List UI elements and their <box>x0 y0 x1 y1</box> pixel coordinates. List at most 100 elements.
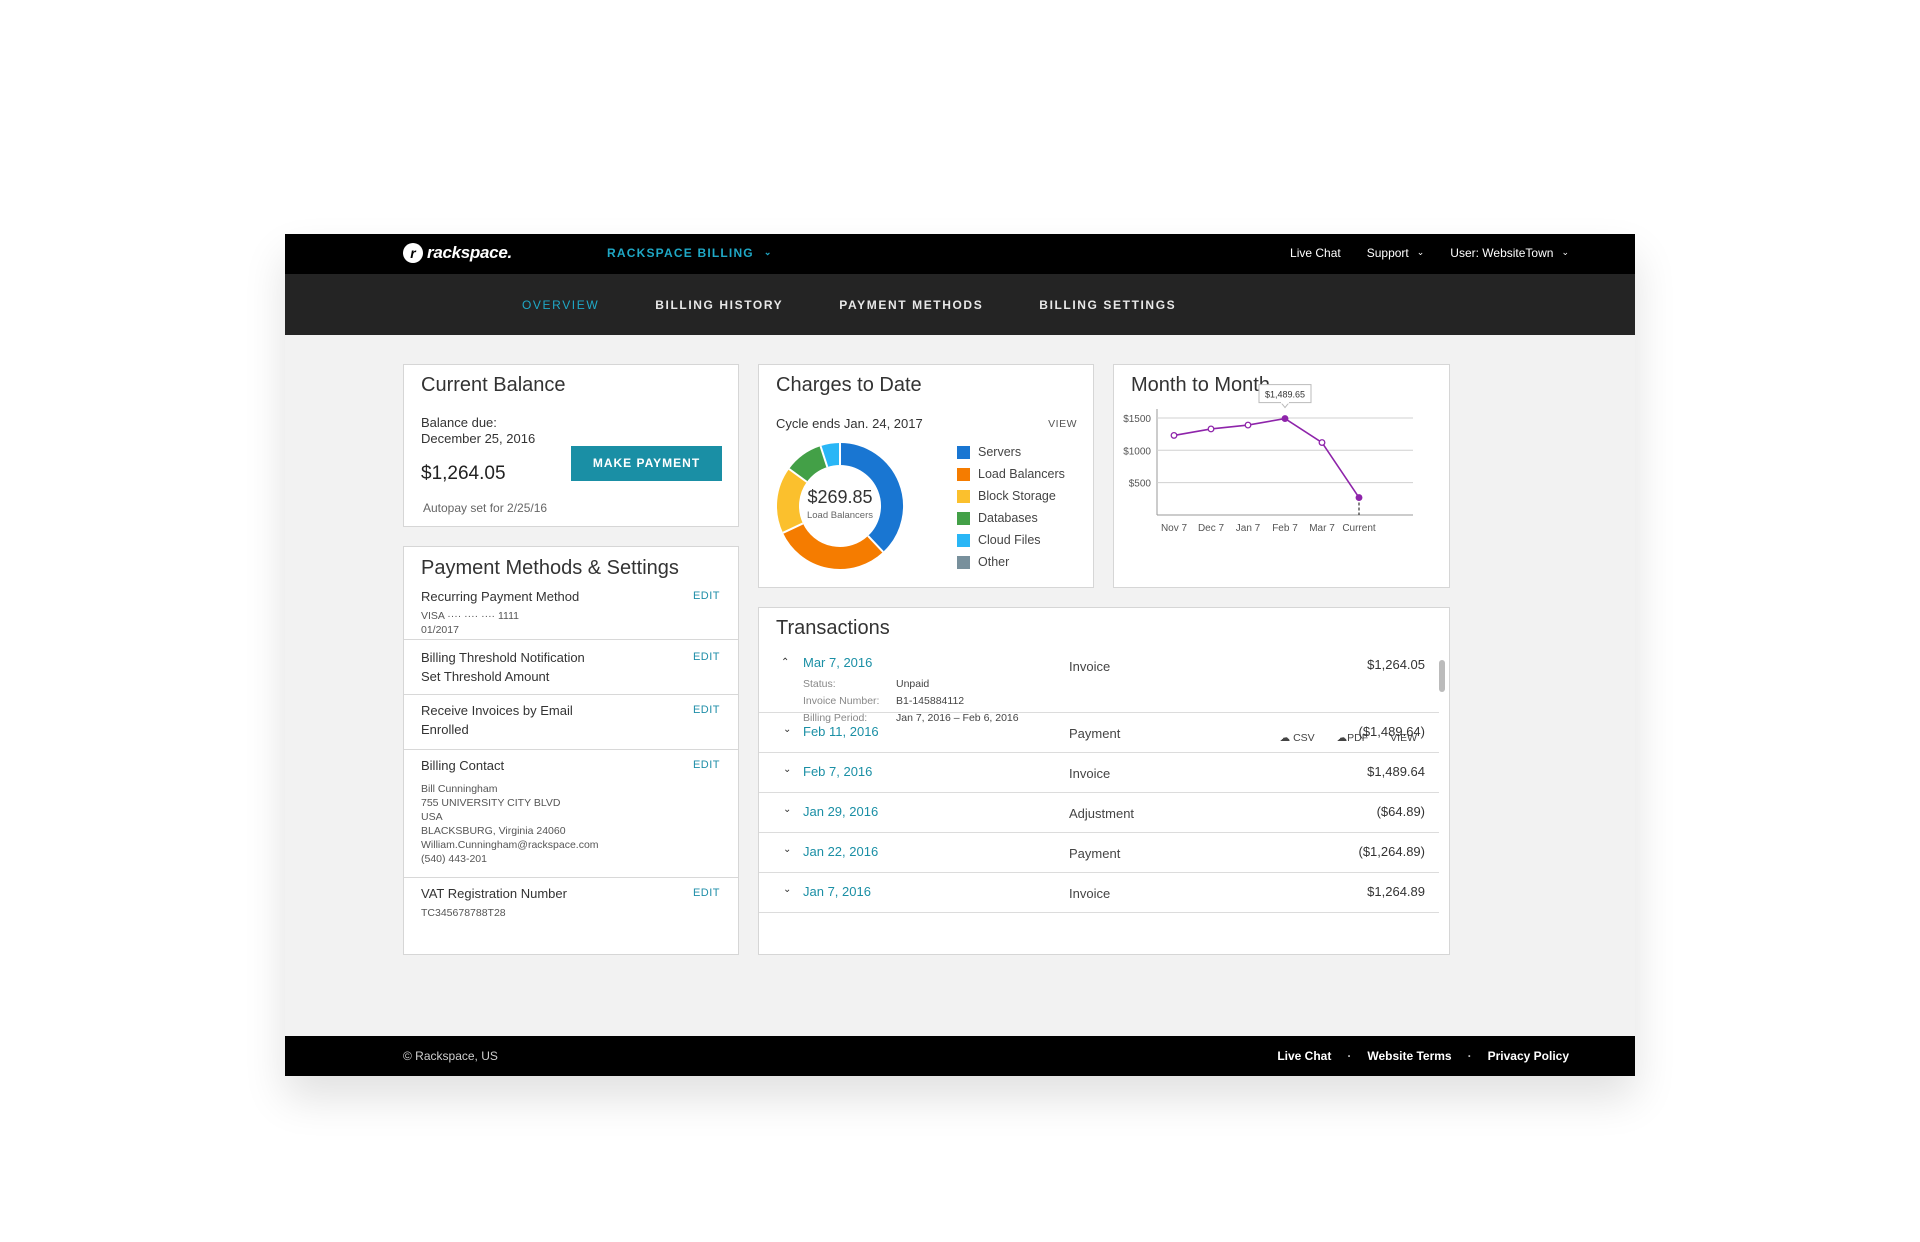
legend-item: Servers <box>957 441 1065 463</box>
table-row[interactable]: ⌄ Jan 7, 2016 Invoice $1,264.89 <box>759 872 1439 912</box>
cycle-end: Cycle ends Jan. 24, 2017 <box>776 416 923 431</box>
legend-label: Cloud Files <box>978 533 1041 547</box>
legend-item: Other <box>957 551 1065 573</box>
edit-threshold-link[interactable]: EDIT <box>693 651 720 663</box>
data-point[interactable] <box>1281 415 1289 423</box>
contact-address: 755 UNIVERSITY CITY BLVD <box>421 797 561 809</box>
y-tick-label: $500 <box>1129 479 1152 490</box>
transaction-date[interactable]: Feb 11, 2016 <box>803 724 879 739</box>
charges-card: Charges to Date Cycle ends Jan. 24, 2017… <box>758 364 1094 588</box>
transaction-amount: $1,264.05 <box>1367 657 1425 672</box>
x-tick-label: Nov 7 <box>1161 523 1188 534</box>
balance-amount: $1,264.05 <box>421 463 506 484</box>
rackspace-logo[interactable]: r rackspace. <box>403 243 512 263</box>
legend-swatch <box>957 467 970 481</box>
transaction-date[interactable]: Jan 29, 2016 <box>803 804 878 819</box>
status-value: Unpaid <box>896 678 930 690</box>
legend-label: Databases <box>978 511 1038 525</box>
tab-overview[interactable]: OVERVIEW <box>522 298 599 312</box>
live-chat-label: Live Chat <box>1290 246 1341 260</box>
chevron-down-icon[interactable]: ⌄ <box>783 804 791 815</box>
tab-billing-settings[interactable]: BILLING SETTINGS <box>1039 298 1176 312</box>
x-tick-label: Feb 7 <box>1272 523 1298 534</box>
transaction-date[interactable]: Mar 7, 2016 <box>803 655 872 670</box>
tab-billing-history[interactable]: BILLING HISTORY <box>655 298 783 312</box>
chevron-down-icon[interactable]: ⌄ <box>783 844 791 855</box>
tooltip-text: $1,489.65 <box>1265 390 1305 400</box>
table-row[interactable]: ⌄ Jan 22, 2016 Payment ($1,264.89) <box>759 832 1439 872</box>
footer-privacy-policy-link[interactable]: Privacy Policy <box>1488 1049 1569 1063</box>
x-tick-label: Current <box>1342 523 1376 534</box>
footer-live-chat-link[interactable]: Live Chat <box>1277 1049 1331 1063</box>
edit-vat-link[interactable]: EDIT <box>693 887 720 899</box>
legend-swatch <box>957 445 970 459</box>
transaction-amount: $1,489.64 <box>1367 764 1425 779</box>
row-value: Set Threshold Amount <box>421 669 550 684</box>
support-menu[interactable]: Support ⌄ <box>1367 246 1425 260</box>
donut-center: $269.85 Load Balancers <box>775 441 905 571</box>
balance-due: Balance due: December 25, 2016 <box>421 415 535 447</box>
tooltip: $1,489.65 <box>1258 384 1312 409</box>
balance-due-date: December 25, 2016 <box>421 431 536 446</box>
data-point[interactable] <box>1244 421 1252 429</box>
user-label: User: WebsiteTown <box>1450 246 1554 260</box>
contact-phone: (540) 443-201 <box>421 853 487 865</box>
table-row[interactable]: ⌄ Feb 11, 2016 Payment ($1,489.64) <box>759 712 1439 752</box>
transaction-date[interactable]: Jan 7, 2016 <box>803 884 871 899</box>
data-point[interactable] <box>1207 425 1215 433</box>
data-point[interactable] <box>1355 494 1363 501</box>
vat-row: VAT Registration Number EDIT TC345678788… <box>404 877 738 954</box>
table-row[interactable] <box>759 912 1439 953</box>
chevron-down-icon: ⌄ <box>1416 246 1425 257</box>
logo-text: rackspace. <box>427 243 512 262</box>
transactions-card: Transactions ⌃ Mar 7, 2016 Invoice $1,26… <box>758 607 1450 955</box>
app-switcher[interactable]: RACKSPACE BILLING ⌄ <box>607 246 773 260</box>
legend-item: Cloud Files <box>957 529 1065 551</box>
recurring-payment-row: Recurring Payment Method EDIT VISA ···· … <box>404 589 738 639</box>
footer-website-terms-link[interactable]: Website Terms <box>1367 1049 1451 1063</box>
row-value: Enrolled <box>421 722 469 737</box>
table-row[interactable]: ⌄ Feb 7, 2016 Invoice $1,489.64 <box>759 752 1439 792</box>
stage: r rackspace. RACKSPACE BILLING ⌄ Live Ch… <box>0 0 1920 1242</box>
app-switcher-label: RACKSPACE BILLING <box>607 246 754 260</box>
payment-methods-card: Payment Methods & Settings Recurring Pay… <box>403 546 739 955</box>
billing-contact-row: Billing Contact EDIT Bill Cunningham 755… <box>404 749 738 877</box>
transaction-amount: ($1,489.64) <box>1358 724 1426 739</box>
legend-label: Other <box>978 555 1010 569</box>
chevron-down-icon[interactable]: ⌄ <box>783 884 791 895</box>
chevron-up-icon[interactable]: ⌃ <box>781 657 789 668</box>
table-row[interactable]: ⌄ Jan 29, 2016 Adjustment ($64.89) <box>759 792 1439 832</box>
edit-contact-link[interactable]: EDIT <box>693 759 720 771</box>
edit-recurring-link[interactable]: EDIT <box>693 590 720 602</box>
transaction-type: Payment <box>1069 846 1121 861</box>
user-menu[interactable]: User: WebsiteTown ⌄ <box>1450 246 1569 260</box>
transaction-date[interactable]: Jan 22, 2016 <box>803 844 878 859</box>
y-tick-label: $1500 <box>1123 414 1151 425</box>
transaction-amount: $1,264.89 <box>1367 884 1425 899</box>
separator-dot: · <box>1347 1049 1352 1063</box>
month-to-month-chart[interactable]: $1500 $1000 $500 Nov 7 Dec 7 Jan 7 Feb 7 Mar 7 C… <box>1114 365 1451 589</box>
nav-bar: OVERVIEW BILLING HISTORY PAYMENT METHODS… <box>285 274 1635 335</box>
data-point[interactable] <box>1170 431 1178 439</box>
vat-number: TC345678788T28 <box>421 907 506 919</box>
month-to-month-card: Month to Month $1500 $1000 $500 Nov 7 Dec 7J… <box>1113 364 1450 588</box>
status-label: Status: <box>803 678 836 690</box>
data-point[interactable] <box>1318 439 1326 446</box>
series-line <box>1173 417 1360 498</box>
live-chat-link[interactable]: Live Chat <box>1290 246 1341 260</box>
y-tick-label: $1000 <box>1123 446 1151 457</box>
chevron-down-icon[interactable]: ⌄ <box>783 724 791 735</box>
chevron-down-icon[interactable]: ⌄ <box>783 764 791 775</box>
transaction-date[interactable]: Feb 7, 2016 <box>803 764 872 779</box>
support-label: Support <box>1366 246 1409 260</box>
edit-invoices-link[interactable]: EDIT <box>693 704 720 716</box>
top-bar: r rackspace. RACKSPACE BILLING ⌄ Live Ch… <box>285 234 1635 274</box>
tab-payment-methods[interactable]: PAYMENT METHODS <box>839 298 983 312</box>
x-tick-label: Mar 7 <box>1309 523 1335 534</box>
invoice-number-label: Invoice Number: <box>803 695 880 707</box>
threshold-row: Billing Threshold Notification Set Thres… <box>404 639 738 694</box>
make-payment-button[interactable]: MAKE PAYMENT <box>571 446 722 481</box>
chevron-down-icon: ⌄ <box>763 246 773 257</box>
charges-view-link[interactable]: VIEW <box>1048 418 1077 430</box>
scrollbar-thumb[interactable] <box>1439 660 1445 692</box>
